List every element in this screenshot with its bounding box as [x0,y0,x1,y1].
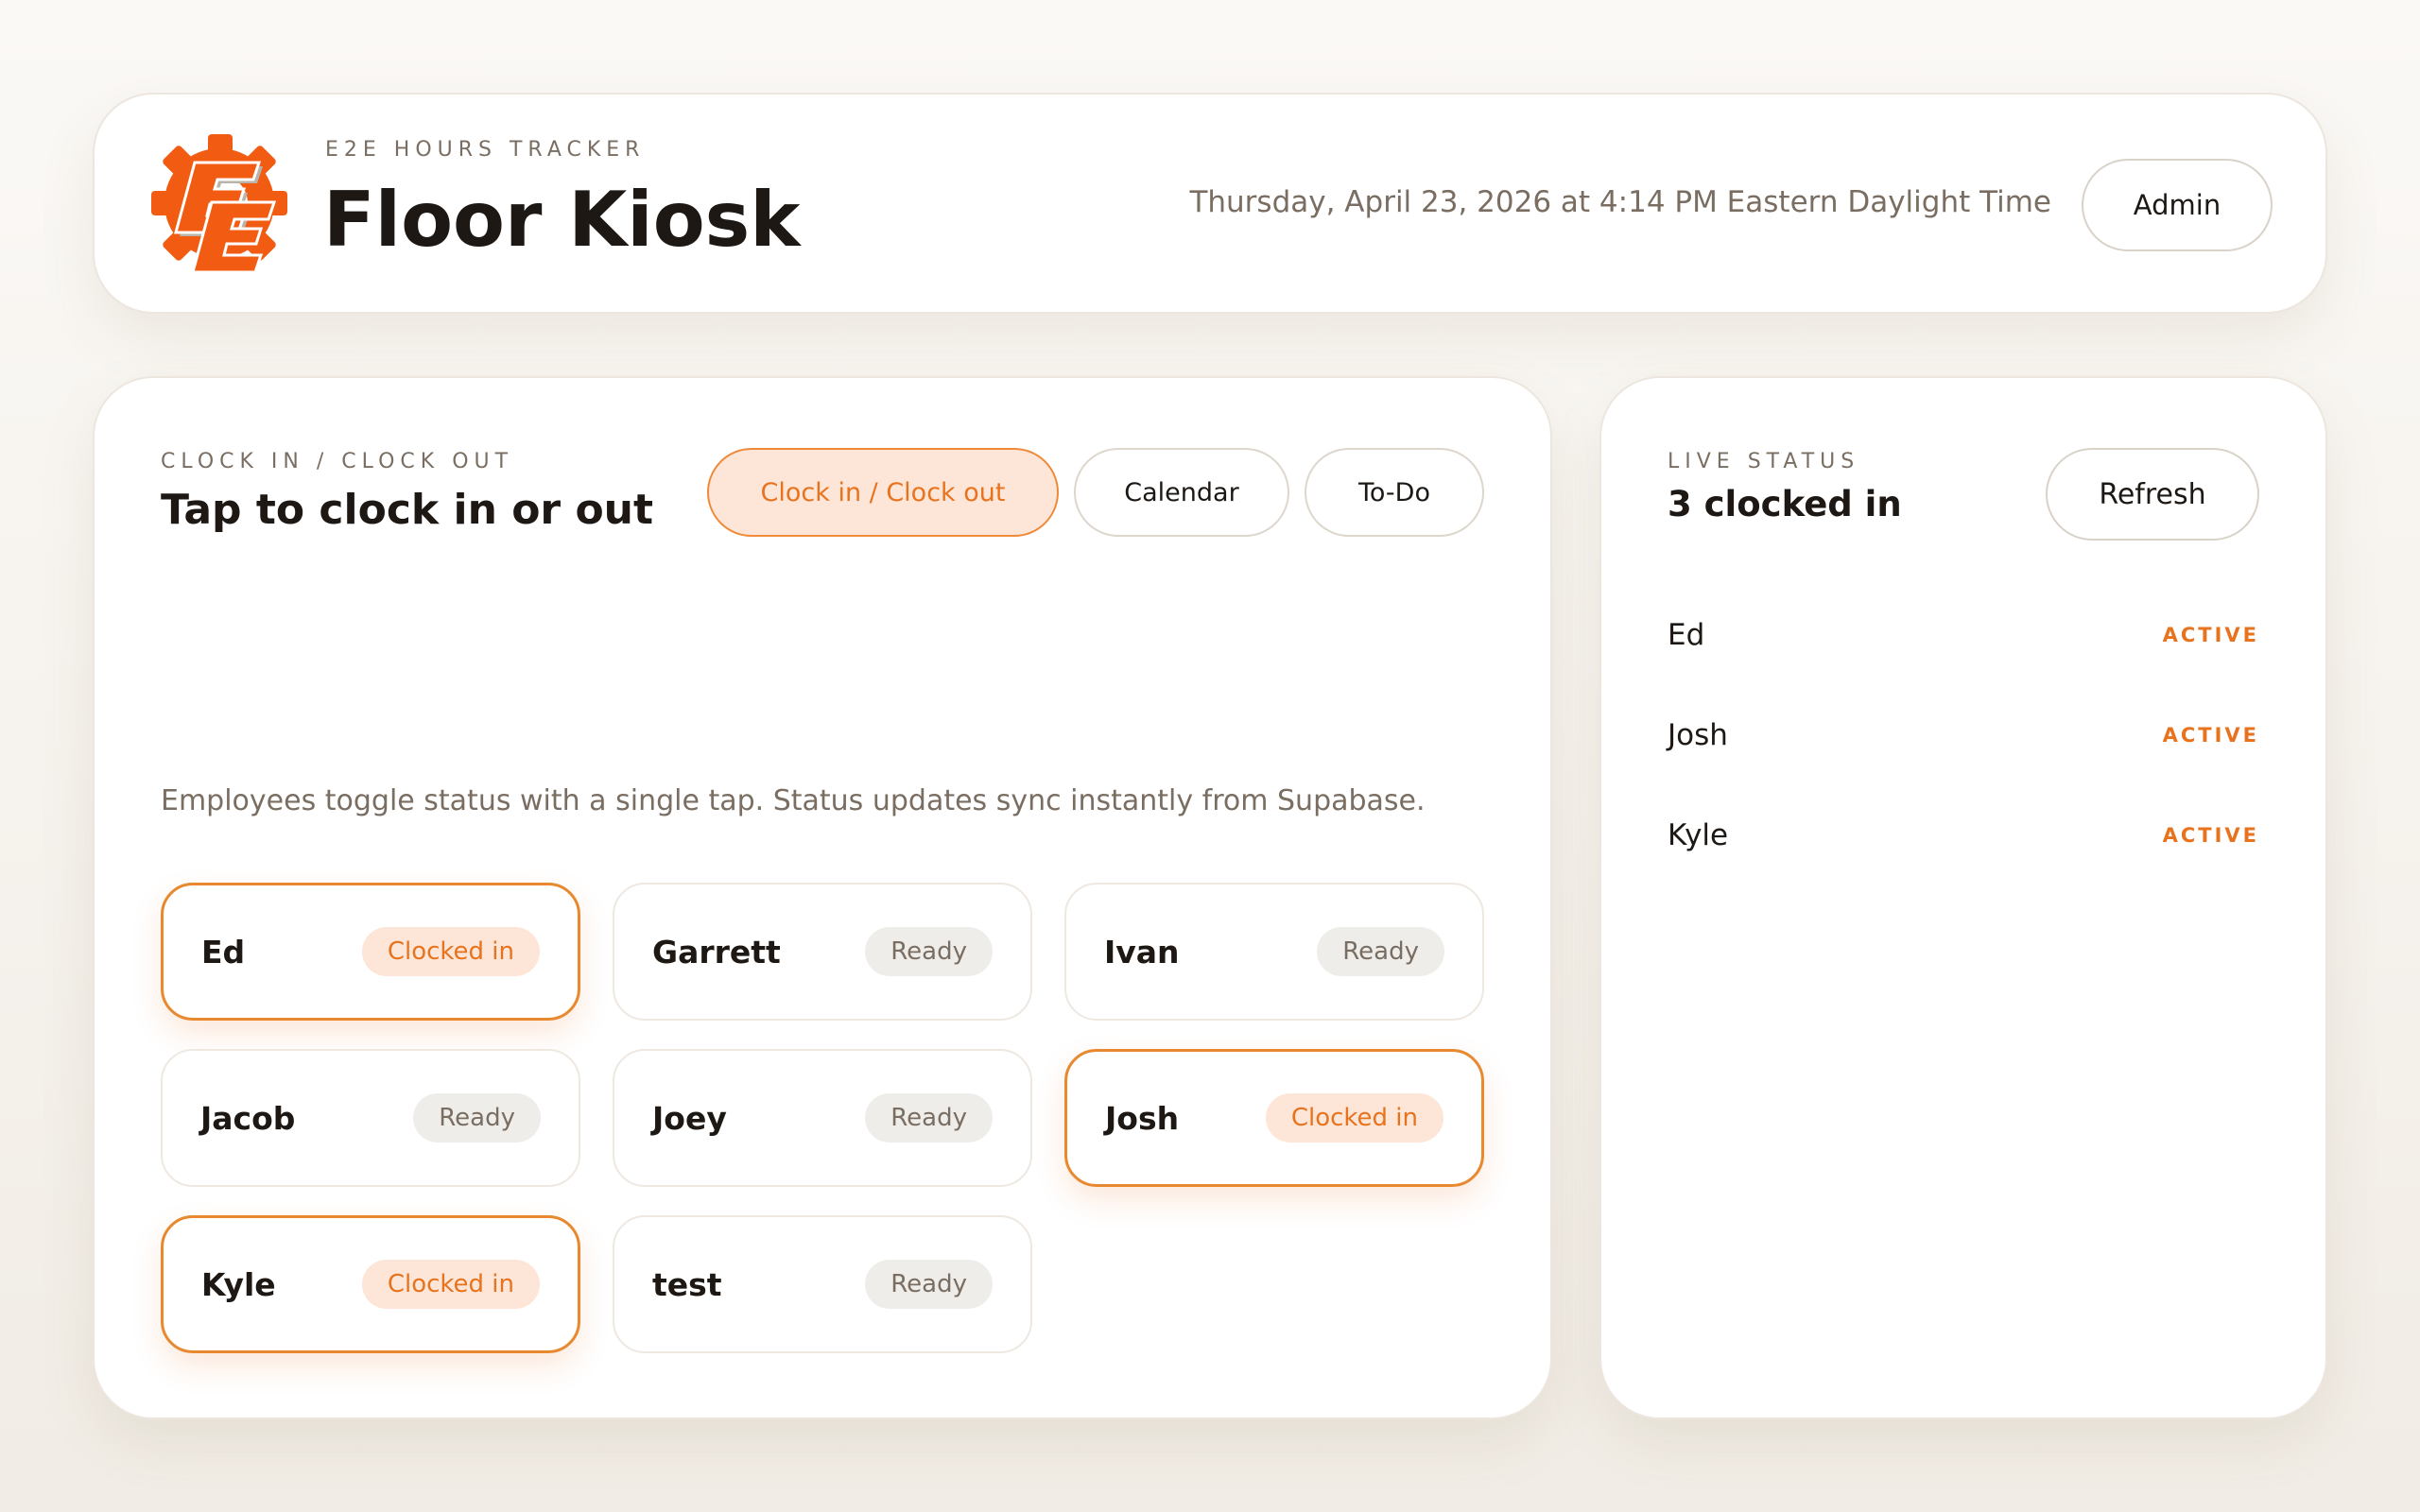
live-row-ed: Ed ACTIVE [1668,607,2259,663]
status-badge: Clocked in [1265,1093,1443,1143]
employee-card-jacob[interactable]: Jacob Ready [161,1049,580,1187]
employee-name: Kyle [201,1265,276,1303]
clock-heading: Tap to clock in or out [161,486,654,534]
employee-name: Ed [201,933,246,971]
clock-description: Employees toggle status with a single ta… [161,784,1426,817]
refresh-button[interactable]: Refresh [2046,448,2259,541]
live-row-josh: Josh ACTIVE [1668,707,2259,764]
clock-eyebrow: CLOCK IN / CLOCK OUT [161,450,514,473]
active-status-label: ACTIVE [2162,724,2259,747]
page-title: Floor Kiosk [323,176,801,264]
tab-todo[interactable]: To-Do [1305,448,1484,537]
active-status-label: ACTIVE [2162,824,2259,847]
live-employee-name: Kyle [1668,818,1729,852]
status-badge: Ready [865,927,993,976]
employee-name: Jacob [200,1099,296,1137]
tab-clock-in-out[interactable]: Clock in / Clock out [707,448,1059,537]
status-badge: Ready [1317,927,1444,976]
employee-card-ivan[interactable]: Ivan Ready [1064,883,1484,1021]
status-badge: Clocked in [361,927,540,976]
employee-name: Garrett [652,933,781,971]
status-badge: Ready [413,1093,541,1143]
status-badge: Ready [865,1093,993,1143]
status-badge: Ready [865,1260,993,1309]
employee-card-kyle[interactable]: Kyle Clocked in [161,1215,580,1353]
app-eyebrow: E2E HOURS TRACKER [325,138,646,162]
employee-card-test[interactable]: test Ready [613,1215,1032,1353]
employee-card-josh[interactable]: Josh Clocked in [1064,1049,1484,1187]
current-datetime: Thursday, April 23, 2026 at 4:14 PM East… [1189,185,2051,219]
employee-card-ed[interactable]: Ed Clocked in [161,883,580,1021]
live-status-panel: LIVE STATUS 3 clocked in Refresh Ed ACTI… [1599,376,2327,1419]
employee-name: Josh [1105,1099,1180,1137]
employee-card-joey[interactable]: Joey Ready [613,1049,1032,1187]
live-employee-name: Josh [1668,718,1728,752]
e2e-logo-icon [151,134,287,274]
clocked-in-count: 3 clocked in [1668,484,1902,524]
active-status-label: ACTIVE [2162,624,2259,646]
live-row-kyle: Kyle ACTIVE [1668,807,2259,864]
tab-calendar[interactable]: Calendar [1074,448,1289,537]
admin-button[interactable]: Admin [2082,159,2273,251]
live-employee-name: Ed [1668,618,1705,652]
status-badge: Clocked in [361,1260,540,1309]
live-eyebrow: LIVE STATUS [1668,450,1860,473]
employee-name: test [652,1265,722,1303]
employee-card-garrett[interactable]: Garrett Ready [613,883,1032,1021]
header-card: E2E HOURS TRACKER Floor Kiosk Thursday, … [93,93,2327,314]
employee-name: Joey [652,1099,727,1137]
clock-panel: CLOCK IN / CLOCK OUT Tap to clock in or … [93,376,1552,1419]
employee-name: Ivan [1104,933,1180,971]
